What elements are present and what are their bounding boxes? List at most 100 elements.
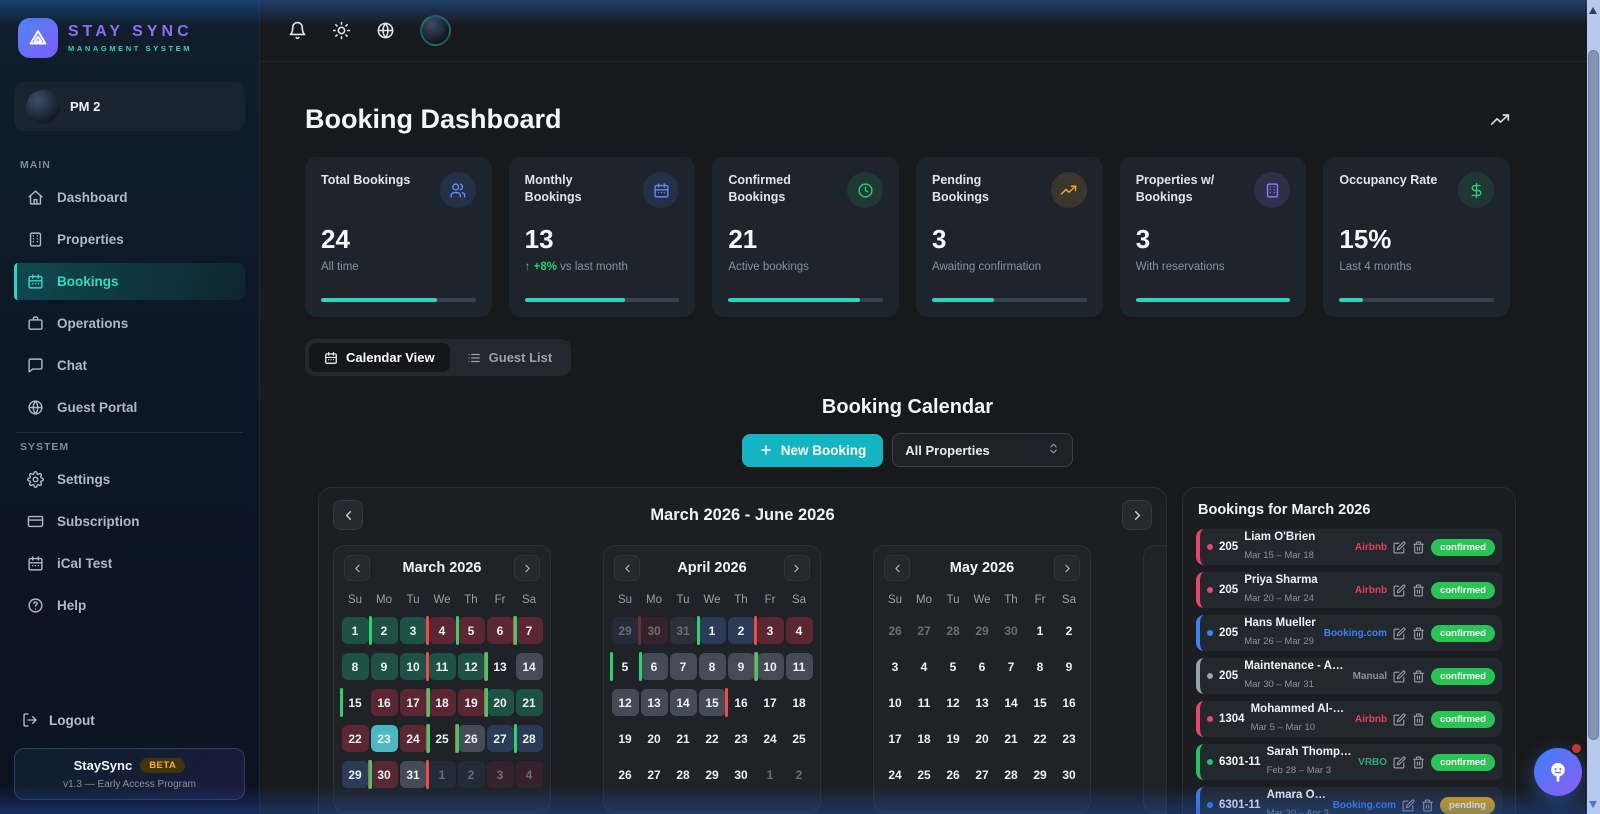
calendar-day-cell[interactable]: 21	[998, 725, 1025, 752]
calendar-day-cell[interactable]: 4	[428, 617, 456, 644]
booking-row-hans-mueller[interactable]: 205 Hans Mueller Mar 26 – Mar 29 Booking.co…	[1196, 615, 1502, 651]
theme-sun-icon[interactable]	[332, 21, 351, 40]
calendar-day-cell[interactable]: 4	[911, 653, 938, 680]
trash-icon[interactable]	[1412, 584, 1425, 597]
edit-icon[interactable]	[1393, 540, 1406, 554]
month-next-button[interactable]	[514, 555, 540, 581]
calendar-day-cell[interactable]: 23	[370, 725, 398, 752]
calendar-day-cell[interactable]: 8	[1027, 653, 1054, 680]
sidebar-item-properties[interactable]: Properties	[14, 221, 245, 258]
sidebar-item-bookings[interactable]: Bookings	[14, 263, 245, 300]
calendar-day-cell[interactable]: 11	[785, 653, 813, 680]
calendar-day-cell[interactable]: 22	[699, 725, 726, 752]
sidebar-item-operations[interactable]: Operations	[14, 305, 245, 342]
scroll-up-arrow[interactable]	[1589, 7, 1597, 14]
calendar-day-cell[interactable]: 17	[399, 688, 429, 717]
calendar-day-cell[interactable]: 30	[368, 760, 398, 789]
topbar-avatar[interactable]	[420, 15, 451, 46]
calendar-day-cell[interactable]: 2	[727, 616, 757, 645]
calendar-day-cell[interactable]: 31	[669, 617, 697, 644]
calendar-day-cell[interactable]: 28	[513, 724, 543, 753]
calendar-day-cell[interactable]: 25	[911, 761, 938, 788]
calendar-day-cell[interactable]: 14	[998, 689, 1025, 716]
booking-row-liam-o-brien[interactable]: 205 Liam O'Brien Mar 15 – Mar 18 Airbnb conf…	[1196, 529, 1502, 565]
calendar-day-cell[interactable]: 3	[882, 653, 909, 680]
calendar-day-cell[interactable]: 2	[457, 761, 485, 788]
calendar-day-cell[interactable]: 13	[484, 652, 514, 681]
calendar-day-cell[interactable]: 3	[399, 616, 429, 645]
logout-button[interactable]: Logout	[12, 704, 247, 736]
calendar-day-cell[interactable]: 10	[754, 652, 784, 681]
calendar-day-cell[interactable]: 2	[368, 616, 398, 645]
calendar-day-cell[interactable]: 7	[998, 653, 1025, 680]
calendar-day-cell[interactable]: 30	[1056, 761, 1083, 788]
calendar-day-cell[interactable]: 4	[515, 761, 543, 788]
calendar-day-cell[interactable]: 3	[486, 761, 514, 788]
month-next-button[interactable]	[783, 555, 810, 581]
calendar-day-cell[interactable]: 6	[638, 652, 668, 681]
calendar-day-cell[interactable]: 21	[670, 725, 697, 752]
calendar-day-cell[interactable]: 14	[515, 653, 543, 680]
edit-icon[interactable]	[1393, 626, 1406, 640]
calendar-day-cell[interactable]: 1	[428, 761, 456, 788]
calendar-day-cell[interactable]: 20	[484, 688, 514, 717]
calendar-day-cell[interactable]: 23	[1056, 725, 1083, 752]
calendar-day-cell[interactable]: 19	[457, 688, 487, 717]
calendar-day-cell[interactable]: 2	[1056, 617, 1083, 644]
calendar-day-cell[interactable]: 5	[940, 653, 967, 680]
calendar-day-cell[interactable]: 30	[728, 761, 755, 788]
calendar-day-cell[interactable]: 30	[998, 617, 1025, 644]
calendar-day-cell[interactable]: 19	[612, 725, 639, 752]
calendar-day-cell[interactable]: 9	[1056, 653, 1083, 680]
booking-row-priya-sharma[interactable]: 205 Priya Sharma Mar 20 – Mar 24 Airbnb conf…	[1196, 572, 1502, 608]
sidebar-item-subscription[interactable]: Subscription	[14, 503, 245, 540]
sidebar-item-dashboard[interactable]: Dashboard	[14, 179, 245, 216]
calendar-day-cell[interactable]: 1	[696, 616, 726, 645]
calendar-day-cell[interactable]: 24	[399, 724, 429, 753]
booking-row-mohammed-al-farsi[interactable]: 1304 Mohammed Al-Farsi Mar 5 – Mar 10 Airbn…	[1196, 701, 1502, 737]
sidebar-item-help[interactable]: Help	[14, 587, 245, 624]
calendar-day-cell[interactable]: 1	[1027, 617, 1054, 644]
calendar-day-cell[interactable]: 6	[486, 616, 516, 645]
calendar-day-cell[interactable]: 13	[969, 689, 996, 716]
scrollbar-thumb[interactable]	[1588, 50, 1599, 740]
calendar-day-cell[interactable]: 10	[882, 689, 909, 716]
edit-icon[interactable]	[1393, 712, 1406, 726]
calendar-day-cell[interactable]: 17	[757, 689, 784, 716]
calendar-day-cell[interactable]: 10	[399, 652, 429, 681]
calendar-day-cell[interactable]: 13	[640, 689, 668, 716]
calendar-day-cell[interactable]: 29	[699, 761, 726, 788]
calendar-day-cell[interactable]: 5	[609, 652, 639, 681]
tab-guest-list[interactable]: Guest List	[452, 343, 568, 372]
calendar-day-cell[interactable]: 24	[757, 725, 784, 752]
calendar-day-cell[interactable]: 11	[428, 653, 456, 680]
scroll-down-arrow[interactable]	[1589, 801, 1597, 808]
month-prev-button[interactable]	[344, 555, 370, 581]
calendar-day-cell[interactable]: 26	[612, 761, 639, 788]
calendar-day-cell[interactable]: 26	[882, 617, 909, 644]
calendar-day-cell[interactable]: 15	[698, 688, 728, 717]
calendar-day-cell[interactable]: 25	[786, 725, 813, 752]
calendar-day-cell[interactable]: 23	[728, 725, 755, 752]
calendar-day-cell[interactable]: 15	[339, 688, 369, 717]
trash-icon[interactable]	[1412, 670, 1425, 683]
trash-icon[interactable]	[1412, 756, 1425, 769]
edit-icon[interactable]	[1402, 798, 1415, 812]
calendar-day-cell[interactable]: 3	[756, 617, 784, 644]
new-booking-button[interactable]: New Booking	[741, 433, 884, 467]
calendar-day-cell[interactable]: 16	[370, 689, 398, 716]
calendar-day-cell[interactable]: 29	[341, 760, 371, 789]
calendar-day-cell[interactable]: 20	[641, 725, 668, 752]
calendar-day-cell[interactable]: 19	[940, 725, 967, 752]
sidebar-item-guest-portal[interactable]: Guest Portal	[14, 389, 245, 426]
trash-icon[interactable]	[1412, 713, 1425, 726]
calendar-day-cell[interactable]: 4	[785, 617, 813, 644]
calendar-day-cell[interactable]: 16	[1056, 689, 1083, 716]
calendar-day-cell[interactable]: 28	[940, 617, 967, 644]
calendar-day-cell[interactable]: 22	[341, 725, 369, 752]
calendar-day-cell[interactable]: 29	[611, 616, 641, 645]
calendar-day-cell[interactable]: 22	[1027, 725, 1054, 752]
calendar-day-cell[interactable]: 27	[969, 761, 996, 788]
edit-icon[interactable]	[1393, 669, 1406, 683]
calendar-day-cell[interactable]: 7	[669, 653, 697, 680]
